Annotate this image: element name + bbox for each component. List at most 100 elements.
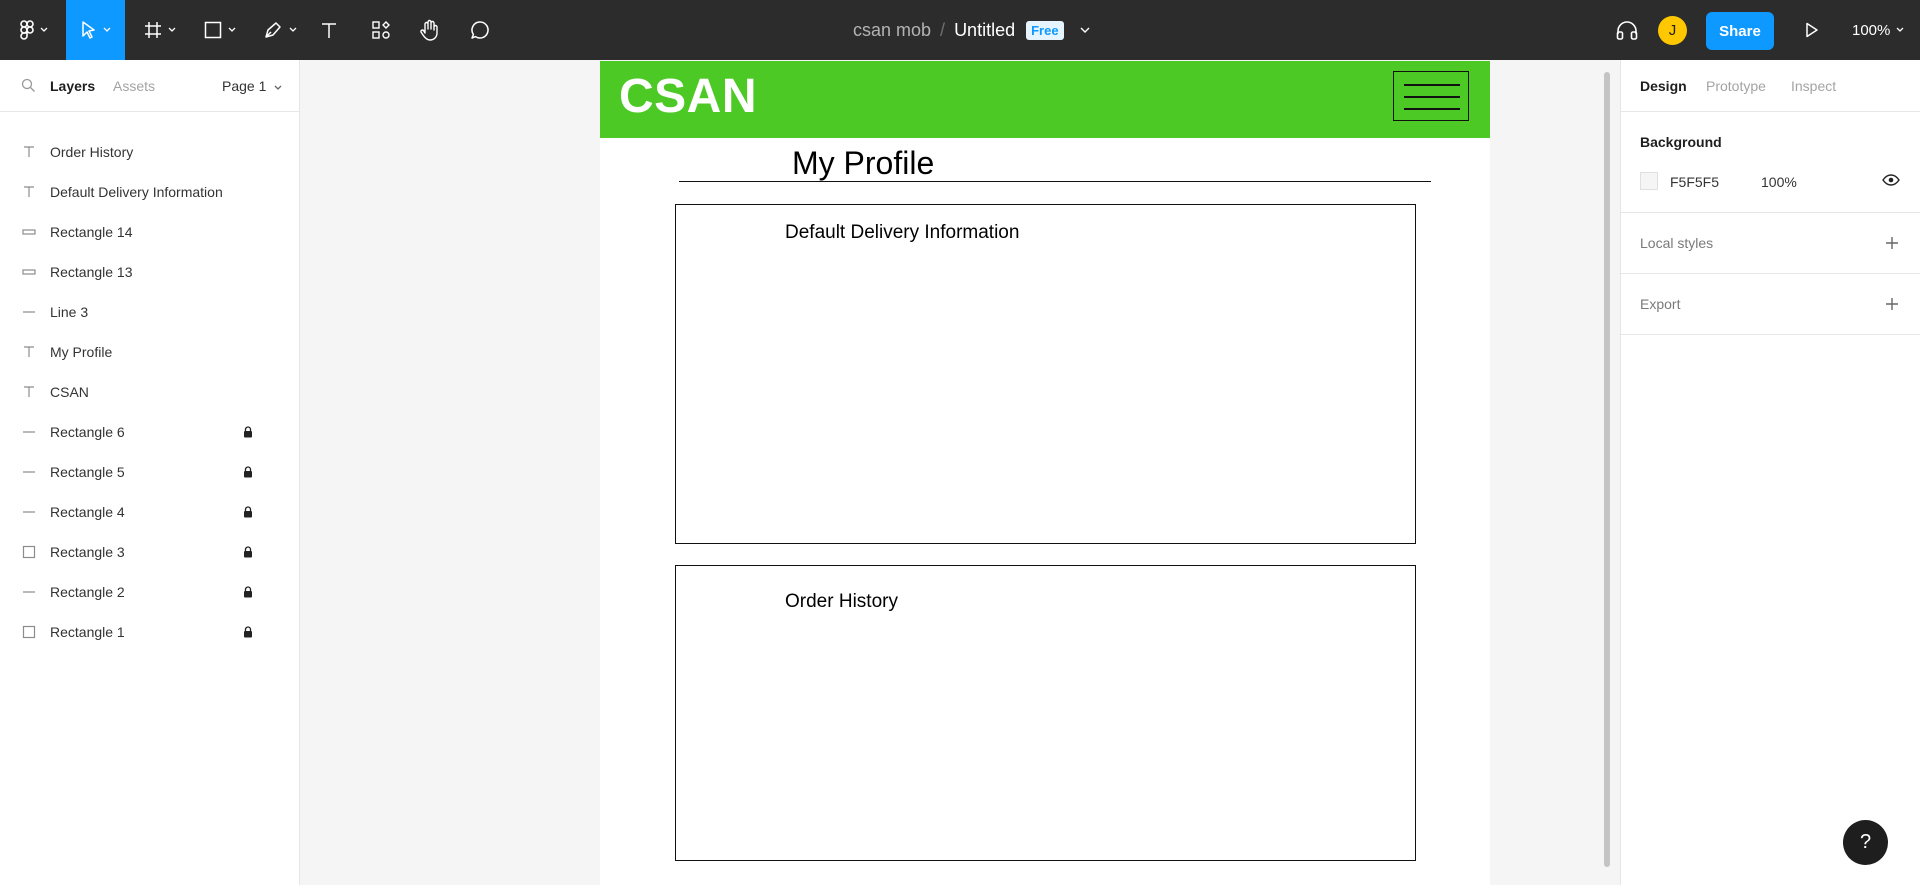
layer-row[interactable]: Default Delivery Information <box>0 172 299 212</box>
tab-prototype[interactable]: Prototype <box>1706 78 1766 94</box>
order-history-title[interactable]: Order History <box>785 591 898 613</box>
menu-line <box>1404 96 1460 98</box>
figma-editor: csan mob / Untitled Free J Share 100% La… <box>0 0 1920 885</box>
delivery-info-card[interactable]: Default Delivery Information <box>675 204 1416 544</box>
top-toolbar: csan mob / Untitled Free J Share 100% <box>0 0 1920 60</box>
frame-tool-button[interactable] <box>138 0 182 60</box>
chevron-down-icon <box>228 27 236 32</box>
play-icon <box>1806 22 1818 38</box>
lock-icon[interactable] <box>243 425 253 441</box>
eye-icon[interactable] <box>1882 174 1900 186</box>
shape-tool-button[interactable] <box>198 0 242 60</box>
text-icon <box>21 345 37 359</box>
page-name: Page 1 <box>222 78 267 94</box>
canvas[interactable]: CSAN My Profile Default Delivery Informa… <box>300 60 1620 885</box>
plan-badge: Free <box>1026 20 1064 40</box>
mobile-frame[interactable]: CSAN My Profile Default Delivery Informa… <box>600 61 1490 885</box>
lock-icon[interactable] <box>243 505 253 521</box>
layer-name: Rectangle 6 <box>50 424 125 440</box>
thin-rect-icon <box>21 265 37 279</box>
audio-button[interactable] <box>1612 0 1642 60</box>
search-icon[interactable] <box>21 78 36 93</box>
chevron-down-icon <box>103 27 110 32</box>
help-button[interactable]: ? <box>1843 820 1888 865</box>
layer-row[interactable]: Rectangle 14 <box>0 212 299 252</box>
lock-icon[interactable] <box>243 625 253 641</box>
layer-name: Order History <box>50 144 134 160</box>
chevron-down-icon[interactable] <box>1080 27 1090 33</box>
tab-assets[interactable]: Assets <box>113 78 155 94</box>
layer-name: Rectangle 1 <box>50 624 125 640</box>
headphones-icon <box>1616 21 1638 40</box>
main-menu-button[interactable] <box>12 0 56 60</box>
layer-row[interactable]: Rectangle 3 <box>0 532 299 572</box>
layer-row[interactable]: CSAN <box>0 372 299 412</box>
background-color-swatch[interactable] <box>1640 172 1658 190</box>
text-icon <box>21 185 37 199</box>
lock-icon[interactable] <box>243 585 253 601</box>
line-icon <box>21 465 37 479</box>
breadcrumb-separator: / <box>940 19 946 40</box>
tab-inspect[interactable]: Inspect <box>1791 78 1836 94</box>
lock-icon[interactable] <box>243 465 253 481</box>
properties-panel: Design Prototype Inspect Background F5F5… <box>1620 60 1920 885</box>
layers-panel: Layers Assets Page 1 Order History Defaul… <box>0 60 300 885</box>
resources-tool-button[interactable] <box>366 0 396 60</box>
layer-row[interactable]: Order History <box>0 132 299 172</box>
hamburger-menu-icon[interactable] <box>1393 71 1469 121</box>
line-icon <box>21 425 37 439</box>
background-opacity-input[interactable]: 100% <box>1761 174 1797 190</box>
move-tool-button[interactable] <box>66 0 125 60</box>
present-button[interactable] <box>1800 0 1824 60</box>
page-selector[interactable]: Page 1 <box>222 78 282 94</box>
pen-tool-button[interactable] <box>258 0 302 60</box>
comment-tool-button[interactable] <box>465 0 495 60</box>
tab-layers[interactable]: Layers <box>50 78 95 94</box>
document-title[interactable]: csan mob / Untitled Free <box>853 0 1090 60</box>
zoom-control[interactable]: 100% <box>1852 0 1904 60</box>
layer-name: Rectangle 4 <box>50 504 125 520</box>
components-icon <box>372 21 390 39</box>
project-name[interactable]: csan mob <box>853 20 931 41</box>
layer-name: Line 3 <box>50 304 89 320</box>
text-icon <box>21 385 37 399</box>
background-hex-input[interactable]: F5F5F5 <box>1670 174 1719 190</box>
title-underline[interactable] <box>679 181 1431 182</box>
hand-icon <box>420 19 438 41</box>
hand-tool-button[interactable] <box>415 0 445 60</box>
layer-row[interactable]: Rectangle 5 <box>0 452 299 492</box>
canvas-scrollbar[interactable] <box>1604 72 1610 867</box>
text-icon <box>322 23 336 38</box>
layer-row[interactable]: Rectangle 1 <box>0 612 299 652</box>
layer-row[interactable]: Rectangle 4 <box>0 492 299 532</box>
rectangle-icon <box>204 21 222 39</box>
share-button[interactable]: Share <box>1706 12 1774 50</box>
user-avatar[interactable]: J <box>1658 16 1687 45</box>
add-style-plus-icon[interactable] <box>1885 236 1899 250</box>
layer-name: Rectangle 3 <box>50 544 125 560</box>
page-title[interactable]: My Profile <box>792 145 934 182</box>
layer-row[interactable]: Line 3 <box>0 292 299 332</box>
section-divider <box>1621 334 1920 335</box>
delivery-info-title[interactable]: Default Delivery Information <box>785 222 1019 244</box>
text-icon <box>21 145 37 159</box>
layer-row[interactable]: Rectangle 6 <box>0 412 299 452</box>
layer-row[interactable]: Rectangle 13 <box>0 252 299 292</box>
local-styles-heading: Local styles <box>1640 235 1714 251</box>
add-export-plus-icon[interactable] <box>1885 297 1899 311</box>
export-heading: Export <box>1640 296 1681 312</box>
order-history-card[interactable]: Order History <box>675 565 1416 861</box>
tab-design[interactable]: Design <box>1640 78 1687 94</box>
layer-row[interactable]: My Profile <box>0 332 299 372</box>
text-tool-button[interactable] <box>314 0 344 60</box>
logo-text[interactable]: CSAN <box>619 69 757 124</box>
right-panel-tabs: Design Prototype Inspect <box>1621 60 1920 112</box>
thin-rect-icon <box>21 225 37 239</box>
chevron-down-icon <box>274 85 282 90</box>
layer-name: Rectangle 2 <box>50 584 125 600</box>
layer-row[interactable]: Rectangle 2 <box>0 572 299 612</box>
file-name[interactable]: Untitled <box>954 20 1015 41</box>
lock-icon[interactable] <box>243 545 253 561</box>
background-heading: Background <box>1640 134 1722 150</box>
frame-header-bar[interactable]: CSAN <box>600 61 1490 138</box>
